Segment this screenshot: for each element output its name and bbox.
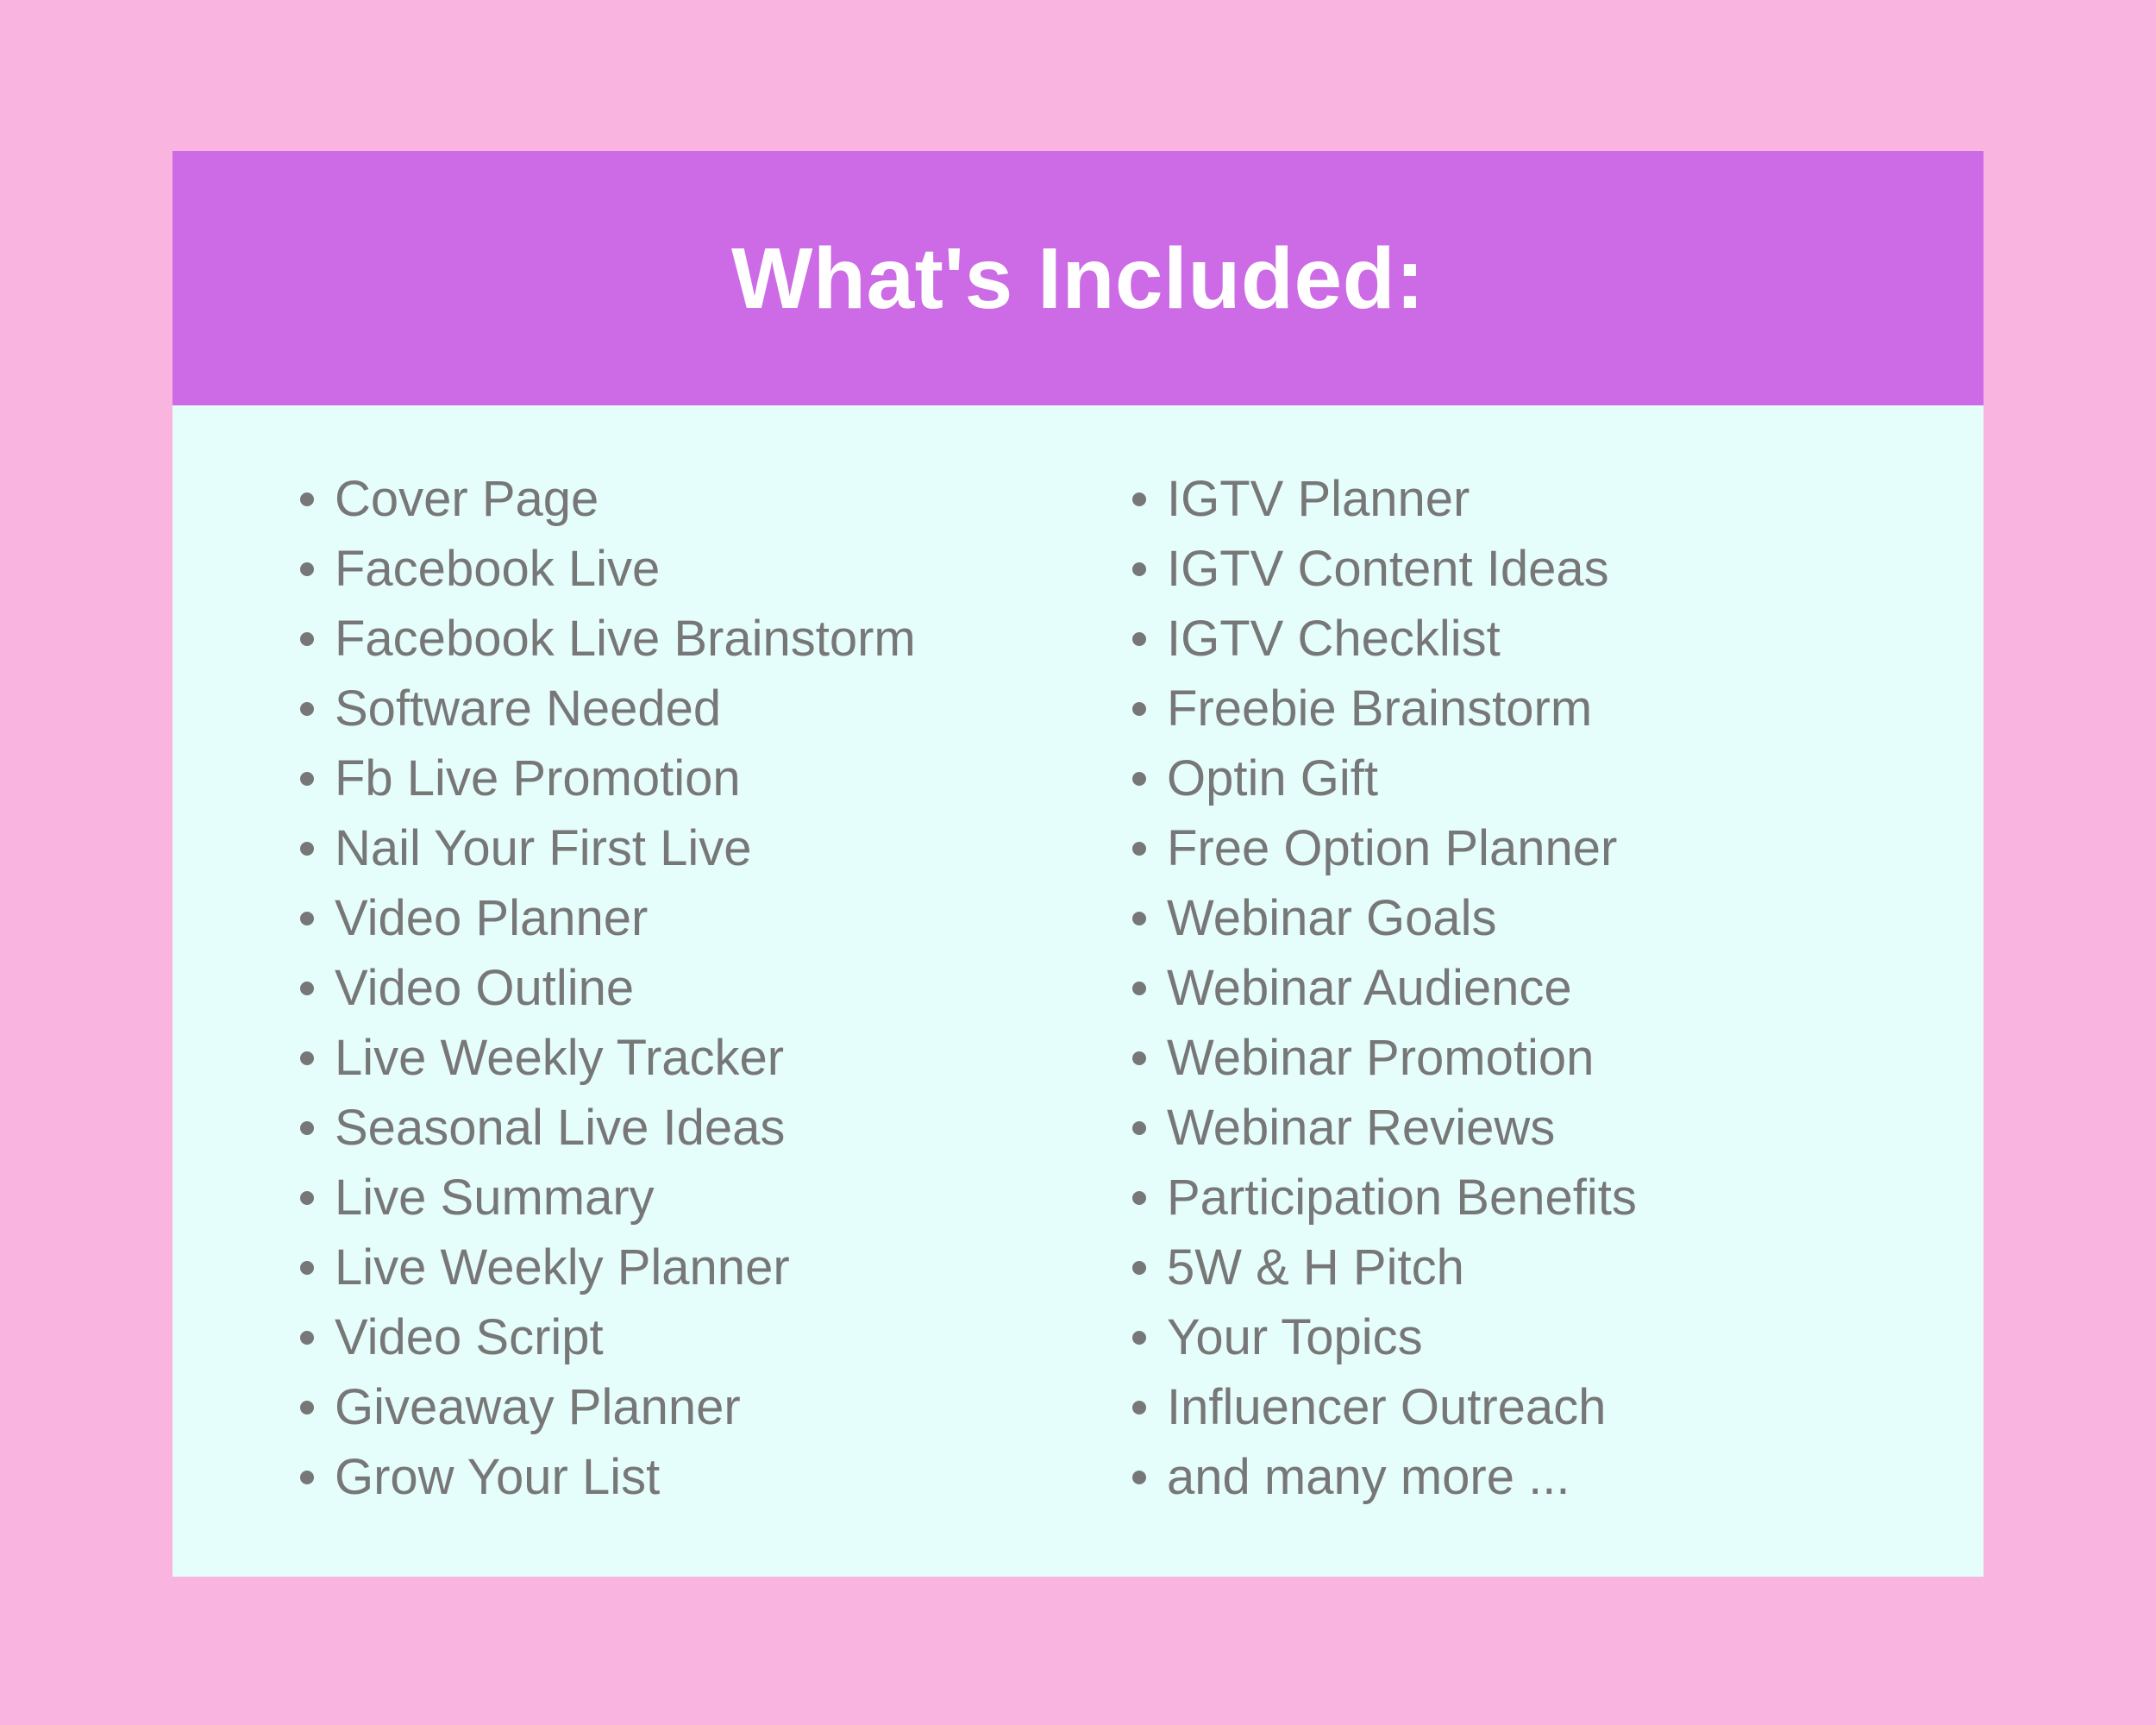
bullet-icon <box>300 841 314 856</box>
bullet-icon <box>1132 1190 1146 1205</box>
list-item: 5W & H Pitch <box>1132 1233 1637 1302</box>
list-item: Cover Page <box>300 464 916 534</box>
list-item: Influencer Outreach <box>1132 1372 1637 1442</box>
list-item: Grow Your List <box>300 1442 916 1512</box>
list-item-label: Video Outline <box>335 960 635 1016</box>
list-item-label: Participation Benefits <box>1167 1170 1637 1226</box>
list-item: Seasonal Live Ideas <box>300 1093 916 1163</box>
list-item-label: Giveaway Planner <box>335 1379 741 1435</box>
list-item-label: Webinar Reviews <box>1167 1100 1556 1156</box>
list-item: Live Weekly Tracker <box>300 1023 916 1093</box>
list-item-label: Optin Gift <box>1167 750 1378 806</box>
list-item: Video Script <box>300 1302 916 1372</box>
left-column: Cover Page Facebook Live Facebook Live Bra… <box>300 464 916 1512</box>
list-item-label: Your Topics <box>1167 1309 1423 1365</box>
list-item: Software Needed <box>300 674 916 743</box>
bullet-icon <box>1132 1120 1146 1135</box>
list-item-label: and many more ... <box>1167 1449 1570 1505</box>
bullet-icon <box>1132 561 1146 576</box>
bullet-icon <box>1132 1400 1146 1414</box>
bullet-icon <box>300 1400 314 1414</box>
list-item: Freebie Brainstorm <box>1132 674 1637 743</box>
whats-included-card: What's Included: Cover Page Facebook Live… <box>172 151 1984 1577</box>
list-item: Your Topics <box>1132 1302 1637 1372</box>
list-item: and many more ... <box>1132 1442 1637 1512</box>
bullet-icon <box>1132 911 1146 925</box>
list-item: IGTV Checklist <box>1132 604 1637 674</box>
list-item-label: Influencer Outreach <box>1167 1379 1607 1435</box>
list-item: Webinar Goals <box>1132 883 1637 953</box>
list-item-label: Nail Your First Live <box>335 820 752 876</box>
list-item: Video Planner <box>300 883 916 953</box>
card-body-panel: Cover Page Facebook Live Facebook Live Bra… <box>172 405 1984 1577</box>
list-item-label: Webinar Goals <box>1167 890 1497 946</box>
bullet-icon <box>1132 631 1146 646</box>
list-item: Optin Gift <box>1132 743 1637 813</box>
list-item: Video Outline <box>300 953 916 1023</box>
feature-list-right: IGTV Planner IGTV Content Ideas IGTV Check… <box>1132 464 1637 1512</box>
list-item-label: Freebie Brainstorm <box>1167 681 1593 737</box>
bullet-icon <box>300 1051 314 1065</box>
bullet-icon <box>300 492 314 506</box>
bullet-icon <box>300 1330 314 1345</box>
list-item: Facebook Live Brainstorm <box>300 604 916 674</box>
bullet-icon <box>300 1260 314 1275</box>
list-item: Facebook Live <box>300 534 916 604</box>
bullet-icon <box>1132 1470 1146 1484</box>
list-item-label: 5W & H Pitch <box>1167 1239 1464 1295</box>
list-item-label: Free Option Planner <box>1167 820 1618 876</box>
list-item: IGTV Content Ideas <box>1132 534 1637 604</box>
list-item-label: Live Weekly Planner <box>335 1239 790 1295</box>
bullet-icon <box>1132 1260 1146 1275</box>
list-item: IGTV Planner <box>1132 464 1637 534</box>
list-item: Nail Your First Live <box>300 813 916 883</box>
card-header-band: What's Included: <box>172 151 1984 405</box>
bullet-icon <box>300 1470 314 1484</box>
feature-list-left: Cover Page Facebook Live Facebook Live Bra… <box>300 464 916 1512</box>
list-item-label: Software Needed <box>335 681 722 737</box>
list-item-label: Grow Your List <box>335 1449 661 1505</box>
right-column: IGTV Planner IGTV Content Ideas IGTV Check… <box>1132 464 1637 1512</box>
list-item-label: Webinar Audience <box>1167 960 1572 1016</box>
list-item-label: Webinar Promotion <box>1167 1030 1595 1086</box>
bullet-icon <box>1132 981 1146 995</box>
bullet-icon <box>300 771 314 786</box>
list-item-label: Fb Live Promotion <box>335 750 741 806</box>
list-item: Webinar Reviews <box>1132 1093 1637 1163</box>
list-item: Webinar Promotion <box>1132 1023 1637 1093</box>
bullet-icon <box>300 701 314 716</box>
bullet-icon <box>1132 1330 1146 1345</box>
bullet-icon <box>1132 701 1146 716</box>
page-title: What's Included: <box>731 229 1425 327</box>
bullet-icon <box>300 631 314 646</box>
list-item-label: Live Weekly Tracker <box>335 1030 785 1086</box>
list-item: Live Summary <box>300 1163 916 1233</box>
list-item: Fb Live Promotion <box>300 743 916 813</box>
list-item-label: IGTV Planner <box>1167 471 1470 527</box>
bullet-icon <box>1132 492 1146 506</box>
bullet-icon <box>1132 771 1146 786</box>
bullet-icon <box>300 1190 314 1205</box>
list-item-label: IGTV Checklist <box>1167 611 1501 667</box>
list-item-label: Facebook Live Brainstorm <box>335 611 916 667</box>
bullet-icon <box>1132 841 1146 856</box>
bullet-icon <box>300 1120 314 1135</box>
list-item: Participation Benefits <box>1132 1163 1637 1233</box>
bullet-icon <box>1132 1051 1146 1065</box>
list-item-label: Live Summary <box>335 1170 655 1226</box>
list-item: Giveaway Planner <box>300 1372 916 1442</box>
list-item-label: Video Planner <box>335 890 649 946</box>
list-item: Free Option Planner <box>1132 813 1637 883</box>
list-item-label: Video Script <box>335 1309 604 1365</box>
list-item-label: Seasonal Live Ideas <box>335 1100 786 1156</box>
list-item: Live Weekly Planner <box>300 1233 916 1302</box>
bullet-icon <box>300 911 314 925</box>
list-item-label: Cover Page <box>335 471 599 527</box>
bullet-icon <box>300 561 314 576</box>
list-item-label: Facebook Live <box>335 541 661 597</box>
list-item: Webinar Audience <box>1132 953 1637 1023</box>
list-item-label: IGTV Content Ideas <box>1167 541 1609 597</box>
bullet-icon <box>300 981 314 995</box>
